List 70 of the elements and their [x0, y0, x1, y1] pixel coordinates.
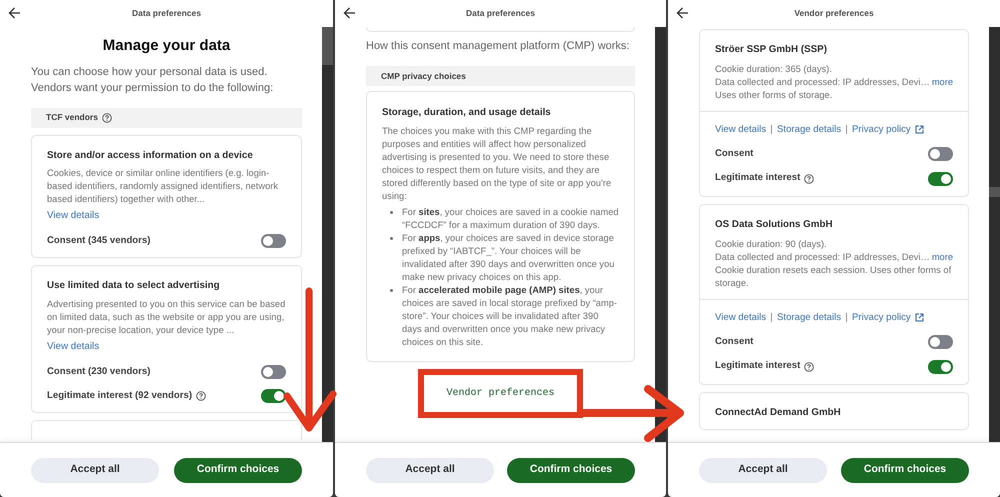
vendor-link[interactable]: Storage details — [777, 310, 842, 325]
scrollbar[interactable] — [322, 27, 333, 442]
toggle-label: Legitimate interest — [715, 171, 800, 186]
scrollbar[interactable] — [989, 27, 1000, 442]
vendor-detail: Uses other forms of storage. — [715, 88, 832, 102]
bullet-icon — [390, 236, 393, 240]
vendor-name: ConnectAd Demand GmbH — [715, 406, 842, 420]
bullet-text: For apps, your choices are saved in device storage prefixed by “IABTCF_”. Your choices will be invalidated after 390 days and overwritten once you make new privacy choices on this app. — [402, 232, 616, 284]
card-description: Cookies, device or similar online identifiers (e.g. login-based identifiers, randomly assigned identifiers, network based identifiers) together with other... — [47, 167, 279, 206]
confirm-button[interactable]: Confirm choices — [174, 458, 302, 482]
toggle-switch[interactable] — [261, 234, 286, 248]
more-link[interactable]: more — [932, 76, 953, 89]
card-title: Storage, duration, and usage details — [382, 106, 552, 120]
card-title: Store and/or access information on a device — [47, 148, 254, 162]
bullet-text: For sites, your choices are saved in a cookie named “FCCDCF” for a maximum duration of 390 days. — [402, 206, 619, 232]
toggle-label: Consent — [715, 334, 754, 349]
help-icon[interactable] — [804, 362, 814, 372]
vendor-link[interactable]: View details — [715, 122, 766, 138]
toggle-label: Legitimate interest — [715, 359, 800, 374]
intro-text: How this consent management platform (CMP) works: — [366, 39, 630, 54]
vendor-detail: Cookie duration: 365 (days). — [715, 62, 832, 76]
vendor-detail: Cookie duration: 90 (days). — [715, 238, 827, 251]
bullet-icon — [390, 288, 393, 292]
toggle-switch[interactable] — [928, 335, 953, 350]
vendor-name: Ströer SSP GmbH (SSP) — [715, 43, 828, 57]
vendor-name: OS Data Solutions GmbH — [715, 218, 834, 232]
back-button[interactable] — [343, 7, 356, 19]
toggle-switch[interactable] — [928, 360, 953, 374]
bullet-text: For accelerated mobile page (AMP) sites, your choices are saved in local storage prefixed by “amp-store”. Your choices will be invalidated after 390 days and overwritten once you make new privacy choices on this site. — [402, 284, 618, 349]
scrollbar[interactable] — [655, 27, 666, 442]
toggle-switch[interactable] — [261, 364, 286, 379]
card-title: Use limited data to select advertising — [47, 279, 221, 294]
help-icon[interactable] — [804, 174, 814, 184]
toggle-switch[interactable] — [261, 389, 286, 404]
more-link[interactable]: more — [932, 250, 953, 264]
help-icon[interactable] — [196, 391, 206, 402]
page-heading: Manage your data — [102, 36, 232, 56]
help-icon[interactable] — [102, 112, 112, 122]
vendor-detail: Data collected and processed: IP addresses, Devi… — [715, 250, 930, 264]
toggle-switch[interactable] — [928, 147, 953, 162]
intro-text: You can choose how your personal data is used. Vendors want your permission to do the following: — [31, 64, 274, 96]
toggle-switch[interactable] — [928, 172, 953, 186]
vendor-preferences-link[interactable]: Vendor preferences — [446, 386, 555, 401]
dialog-title: Vendor preferences — [794, 7, 874, 20]
vendor-link[interactable]: Privacy policy — [852, 122, 911, 138]
confirm-button[interactable]: Confirm choices — [841, 458, 969, 482]
back-button[interactable] — [8, 7, 21, 19]
accept-button[interactable]: Accept all — [699, 458, 827, 482]
back-button[interactable] — [676, 7, 689, 19]
section-title: CMP privacy choices — [381, 70, 466, 82]
dialog-title: Data preferences — [132, 7, 201, 20]
vendor-detail: Data collected and processed: IP addresses, Devi… — [715, 76, 930, 89]
view-details-link[interactable]: View details — [47, 340, 100, 355]
toggle-label: Legitimate interest (92 vendors) — [47, 389, 192, 404]
vendor-link[interactable]: Privacy policy — [852, 310, 911, 325]
dialog-title: Data preferences — [466, 7, 535, 20]
vendor-link[interactable]: Storage details — [777, 122, 842, 138]
card-description: Advertising presented to you on this service can be based on limited data, such as the website or app you are using, your non-precise location, your device type ... — [47, 298, 286, 337]
section-title: TCF vendors — [46, 111, 98, 124]
card-description: The choices you make with this CMP regarding the purposes and entities will affect how personalized advertising is presented to you. We need to store these choices to respect them on future visits, and they are stored differently based on the type of site or app you're using: — [382, 124, 612, 203]
vendor-link[interactable]: View details — [715, 310, 766, 325]
view-details-link[interactable]: View details — [47, 209, 100, 224]
toggle-label: Consent (345 vendors) — [47, 234, 150, 248]
confirm-button[interactable]: Confirm choices — [507, 458, 635, 482]
toggle-label: Consent — [715, 147, 754, 162]
accept-button[interactable]: Accept all — [31, 458, 159, 482]
toggle-label: Consent (230 vendors) — [47, 364, 150, 379]
accept-button[interactable]: Accept all — [366, 458, 494, 482]
vendor-detail: Cookie duration resets each session. Uses other forms of storage. — [715, 264, 952, 290]
bullet-icon — [390, 210, 393, 214]
